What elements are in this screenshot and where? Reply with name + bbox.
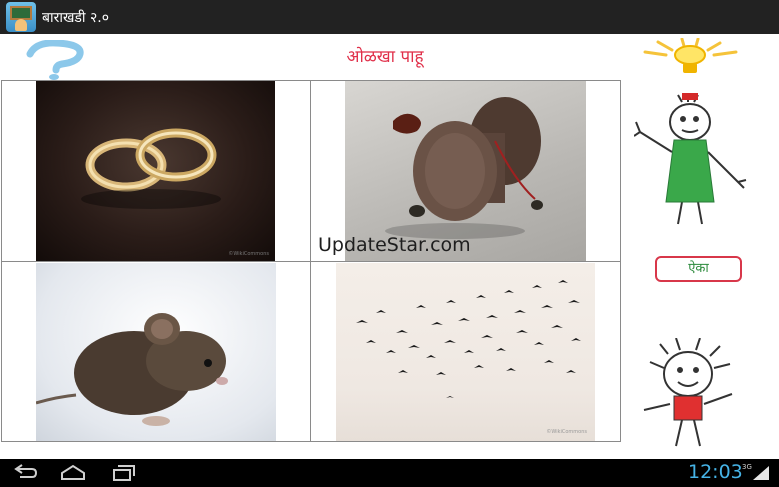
- mouse-image[interactable]: [36, 263, 276, 441]
- girl-doodle: [634, 93, 747, 225]
- watermark: UpdateStar.com: [318, 234, 471, 256]
- clock: 12:03: [688, 461, 743, 483]
- home-icon[interactable]: [58, 463, 88, 483]
- recent-apps-icon[interactable]: [108, 463, 138, 483]
- image-caption: ©WikiCommons: [546, 429, 587, 435]
- page-title: ओळखा पाहू: [346, 47, 424, 67]
- network-type: 3G: [742, 463, 752, 471]
- image-caption: ©WikiCommons: [228, 251, 269, 257]
- lightbulb-icon[interactable]: [640, 38, 740, 76]
- rings-image[interactable]: ©WikiCommons: [36, 81, 275, 261]
- boy-doodle: [643, 338, 733, 447]
- birds-image[interactable]: ©WikiCommons: [336, 263, 595, 441]
- navigation-bar: [0, 459, 779, 487]
- action-bar: बाराखडी २.०: [0, 0, 779, 34]
- back-icon[interactable]: [10, 463, 40, 483]
- app-icon[interactable]: [6, 2, 36, 32]
- signal-icon: [753, 466, 769, 480]
- app-title: बाराखडी २.०: [42, 10, 110, 26]
- question-mark-icon[interactable]: [22, 40, 94, 80]
- grid-divider-horizontal: [1, 261, 621, 262]
- listen-button[interactable]: ऐका: [655, 256, 742, 282]
